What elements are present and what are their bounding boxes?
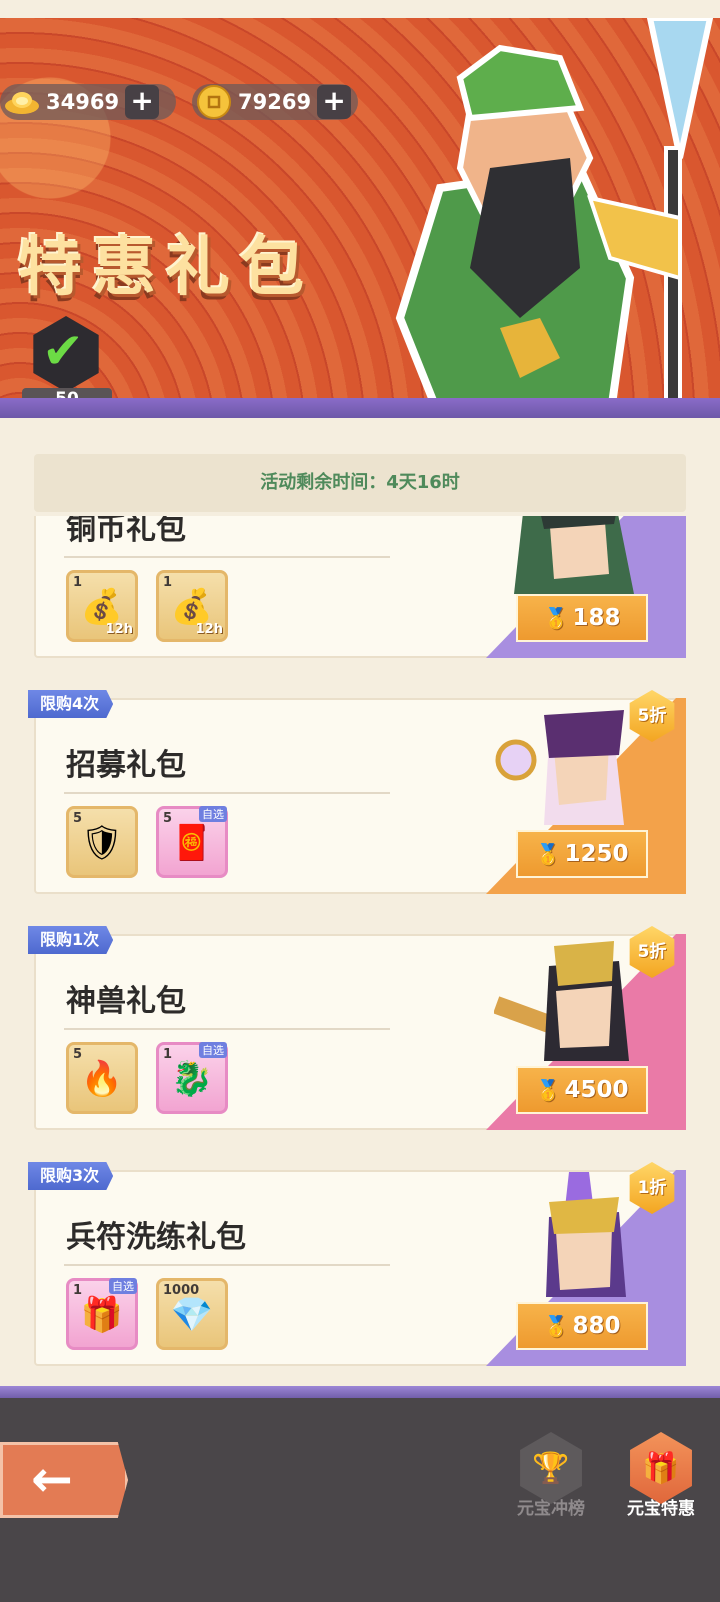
optional-tag: 自选 (199, 806, 227, 822)
copper-coin-icon (192, 84, 236, 120)
gold-ingot-icon (0, 84, 44, 120)
ingot-amount: 34969 (46, 90, 120, 114)
pack-name: 兵符洗练礼包 (66, 1220, 246, 1255)
reward-item[interactable]: 1 💰 12h (156, 570, 228, 642)
coin-bag-icon: 💰 (170, 587, 214, 627)
add-ingot-button[interactable]: + (125, 85, 160, 119)
gold-ingot-icon: 🥇 (535, 842, 561, 866)
buy-button[interactable]: 🥇 188 (516, 594, 648, 642)
gold-ingot-icon: 🥇 (543, 1314, 569, 1338)
pack-card-coin: 铜币礼包 1 💰 12h 1 💰 12h 🥇 188 (34, 516, 686, 658)
reward-item[interactable]: 5 自选 🧧 (156, 806, 228, 878)
reward-item[interactable]: 5 🛡 (66, 806, 138, 878)
hero-portrait (495, 710, 624, 825)
pack-card-beast: 限购1次 5折 神兽礼包 5 🔥 1 自选 🐉 🥇 4500 (28, 926, 686, 1130)
divider (64, 1264, 390, 1266)
gold-ingot-icon: 🥇 (543, 606, 569, 630)
coin-bag-icon: 💰 (80, 587, 124, 627)
gold-ingot-icon: 🥇 (535, 1078, 561, 1102)
reward-item[interactable]: 1 自选 🎁 (66, 1278, 138, 1350)
divider (64, 792, 390, 794)
optional-tag: 自选 (199, 1042, 227, 1058)
optional-tag: 自选 (109, 1278, 137, 1294)
hero-portrait (494, 941, 629, 1061)
hero-card-icon: 🧧 (170, 823, 214, 863)
pack-card-token: 限购3次 1折 兵符洗练礼包 1 自选 🎁 1000 💎 🥇 880 (28, 1162, 686, 1366)
status-strip (0, 0, 720, 18)
progress-badge[interactable]: ✔ 50 (22, 316, 112, 410)
pack-card-recruit: 限购4次 5折 招募礼包 5 🛡 5 自选 🧧 🥇 1250 (28, 690, 686, 894)
coin-amount: 79269 (238, 90, 312, 114)
price-value: 1250 (564, 841, 629, 867)
coin-balance: 79269 + (192, 84, 358, 120)
hero-portrait (514, 516, 634, 594)
price-value: 188 (572, 605, 621, 631)
item-duration: 12h (105, 622, 133, 637)
reward-item[interactable]: 1000 💎 (156, 1278, 228, 1350)
recruit-token-icon: 🛡 (80, 823, 124, 863)
reward-item[interactable]: 5 🔥 (66, 1042, 138, 1114)
buy-button[interactable]: 🥇 1250 (516, 830, 648, 878)
hero-portrait (546, 1172, 626, 1297)
add-coin-button[interactable]: + (317, 85, 352, 119)
pack-name: 铜币礼包 (66, 516, 186, 547)
reward-item[interactable]: 1 自选 🐉 (156, 1042, 228, 1114)
page-title: 特惠礼包 (18, 231, 314, 305)
reward-item[interactable]: 1 💰 12h (66, 570, 138, 642)
check-icon: ✔ (42, 322, 84, 380)
header-banner: 34969 + 79269 + 特惠礼包 ✔ 50 (0, 18, 720, 418)
divider (64, 1028, 390, 1030)
crystal-icon: 💎 (170, 1295, 214, 1335)
event-countdown: 活动剩余时间：4天16时 (34, 454, 686, 512)
ingot-balance: 34969 + (0, 84, 176, 120)
general-character-art (395, 18, 714, 418)
purchase-limit-tag: 限购4次 (28, 690, 114, 718)
divider (64, 556, 390, 558)
pack-name: 神兽礼包 (66, 984, 186, 1019)
purchase-limit-tag: 限购3次 (28, 1162, 114, 1190)
pack-list[interactable]: 铜币礼包 1 💰 12h 1 💰 12h 🥇 188 限购4次 5折 招募礼包 5… (0, 516, 720, 1386)
beast-egg-icon: 🔥 (80, 1059, 124, 1099)
pack-name: 招募礼包 (66, 748, 186, 783)
tab-ingot-sale[interactable]: 🎁 元宝特惠 (616, 1432, 706, 1519)
gift-bag-icon: 🎁 (80, 1295, 124, 1335)
price-value: 880 (572, 1313, 621, 1339)
buy-button[interactable]: 🥇 880 (516, 1302, 648, 1350)
buy-button[interactable]: 🥇 4500 (516, 1066, 648, 1114)
banner-bottom-band (0, 398, 720, 418)
back-button[interactable]: ← (0, 1442, 128, 1518)
purchase-limit-tag: 限购1次 (28, 926, 114, 954)
item-duration: 12h (195, 622, 223, 637)
tab-ingot-ranking[interactable]: 🏆 元宝冲榜 (506, 1432, 596, 1519)
beast-chest-icon: 🐉 (170, 1059, 214, 1099)
price-value: 4500 (564, 1077, 629, 1103)
